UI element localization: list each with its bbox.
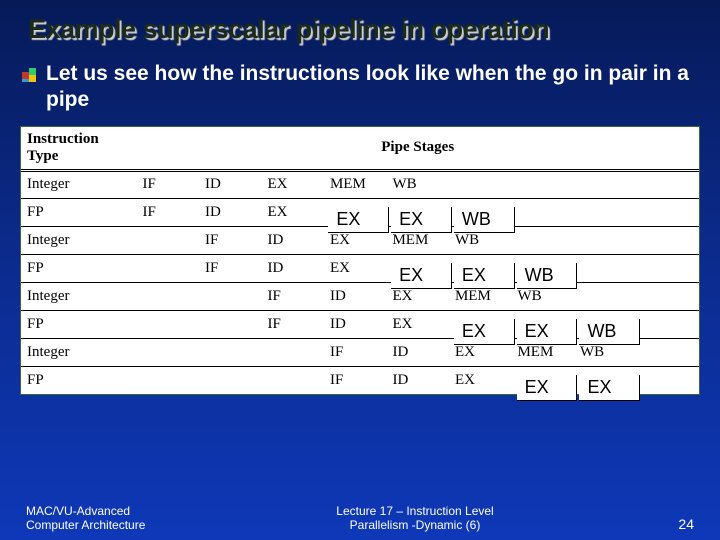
- stage-cell: [636, 366, 699, 394]
- stage-cell: [136, 310, 199, 338]
- stage-cell: [261, 338, 324, 366]
- row-type: Integer: [21, 282, 136, 310]
- stage-cell: EX: [261, 198, 324, 226]
- slide-footer: MAC/VU-Advanced Computer Architecture Le…: [0, 504, 720, 532]
- stage-cell: [261, 366, 324, 394]
- header-instruction-type: Instruction Type: [21, 127, 136, 171]
- footer-center-line2: Parallelism -Dynamic (6): [196, 518, 634, 532]
- bullet-text: Let us see how the instructions look lik…: [46, 61, 692, 114]
- stage-cell: [136, 338, 199, 366]
- stage-cell: [636, 338, 699, 366]
- footer-center-line1: Lecture 17 – Instruction Level: [196, 504, 634, 518]
- stage-cell: [574, 170, 637, 198]
- stage-cell: EX: [449, 366, 512, 394]
- stage-cell: [199, 282, 262, 310]
- footer-left-line1: MAC/VU-Advanced: [26, 504, 196, 518]
- table-row: IntegerIFIDEXMEMWB: [21, 170, 699, 198]
- row-type: FP: [21, 198, 136, 226]
- stage-cell: [136, 282, 199, 310]
- stage-cell: EX: [386, 310, 449, 338]
- overlay-stage: WB: [454, 207, 515, 233]
- stage-cell: IF: [199, 254, 262, 282]
- row-type: Integer: [21, 338, 136, 366]
- row-type: FP: [21, 254, 136, 282]
- table-row: IntegerIFIDEXMEMWB: [21, 282, 699, 310]
- stage-cell: ID: [386, 338, 449, 366]
- row-type: Integer: [21, 226, 136, 254]
- stage-cell: IF: [199, 226, 262, 254]
- stage-cell: IF: [136, 170, 199, 198]
- stage-cell: ID: [261, 226, 324, 254]
- table-header-row: Instruction Type Pipe Stages: [21, 127, 699, 171]
- stage-cell: MEM: [324, 170, 387, 198]
- stage-cell: EX: [324, 254, 387, 282]
- stage-cell: IF: [324, 366, 387, 394]
- stage-cell: [636, 254, 699, 282]
- table-row: FP IFIDEX: [21, 254, 699, 282]
- stage-cell: [136, 254, 199, 282]
- slide-title: Example superscalar pipeline in operatio…: [0, 0, 720, 55]
- stage-cell: ID: [199, 170, 262, 198]
- stage-cell: IF: [324, 338, 387, 366]
- overlay-stage: EX: [454, 319, 515, 345]
- stage-cell: ID: [386, 366, 449, 394]
- stage-cell: [511, 226, 574, 254]
- overlay-stage: EX: [454, 263, 515, 289]
- stage-cell: [636, 170, 699, 198]
- stage-cell: [136, 366, 199, 394]
- stage-cell: ID: [199, 198, 262, 226]
- row-type: FP: [21, 310, 136, 338]
- stage-cell: [574, 282, 637, 310]
- stage-cell: EX: [261, 170, 324, 198]
- overlay-stage: EX: [328, 207, 389, 233]
- stage-cell: [574, 226, 637, 254]
- stage-cell: [199, 366, 262, 394]
- stage-cell: [636, 198, 699, 226]
- stage-cell: IF: [261, 282, 324, 310]
- stage-cell: [636, 282, 699, 310]
- stage-cell: IF: [136, 198, 199, 226]
- bullet-row: Let us see how the instructions look lik…: [0, 55, 720, 126]
- stage-cell: [449, 170, 512, 198]
- stage-cell: WB: [386, 170, 449, 198]
- row-type: FP: [21, 366, 136, 394]
- stage-cell: IF: [261, 310, 324, 338]
- footer-left-line2: Computer Architecture: [26, 518, 196, 532]
- stage-cell: [511, 170, 574, 198]
- overlay-stage: EX: [391, 263, 452, 289]
- stage-cell: [636, 310, 699, 338]
- stage-cell: [636, 226, 699, 254]
- footer-page-number: 24: [634, 516, 694, 532]
- footer-center: Lecture 17 – Instruction Level Paralleli…: [196, 504, 634, 532]
- stage-cell: ID: [324, 310, 387, 338]
- overlay-stage: EX: [391, 207, 452, 233]
- stage-cell: [511, 198, 574, 226]
- stage-cell: [574, 254, 637, 282]
- stage-cell: ID: [261, 254, 324, 282]
- row-type: Integer: [21, 170, 136, 198]
- windows-bullet-icon: [22, 68, 36, 82]
- stage-cell: ID: [324, 282, 387, 310]
- stage-cell: [199, 338, 262, 366]
- stage-cell: [199, 310, 262, 338]
- stage-cell: [136, 226, 199, 254]
- header-pipe-stages: Pipe Stages: [136, 127, 699, 171]
- overlay-stage: EX: [517, 375, 578, 401]
- footer-left: MAC/VU-Advanced Computer Architecture: [26, 504, 196, 532]
- overlay-stage: EX: [579, 375, 640, 401]
- pipeline-table-wrap: Instruction Type Pipe Stages IntegerIFID…: [20, 126, 700, 396]
- pipeline-table: Instruction Type Pipe Stages IntegerIFID…: [21, 127, 699, 395]
- stage-cell: [574, 198, 637, 226]
- overlay-stage: WB: [517, 263, 578, 289]
- overlay-stage: WB: [579, 319, 640, 345]
- overlay-stage: EX: [517, 319, 578, 345]
